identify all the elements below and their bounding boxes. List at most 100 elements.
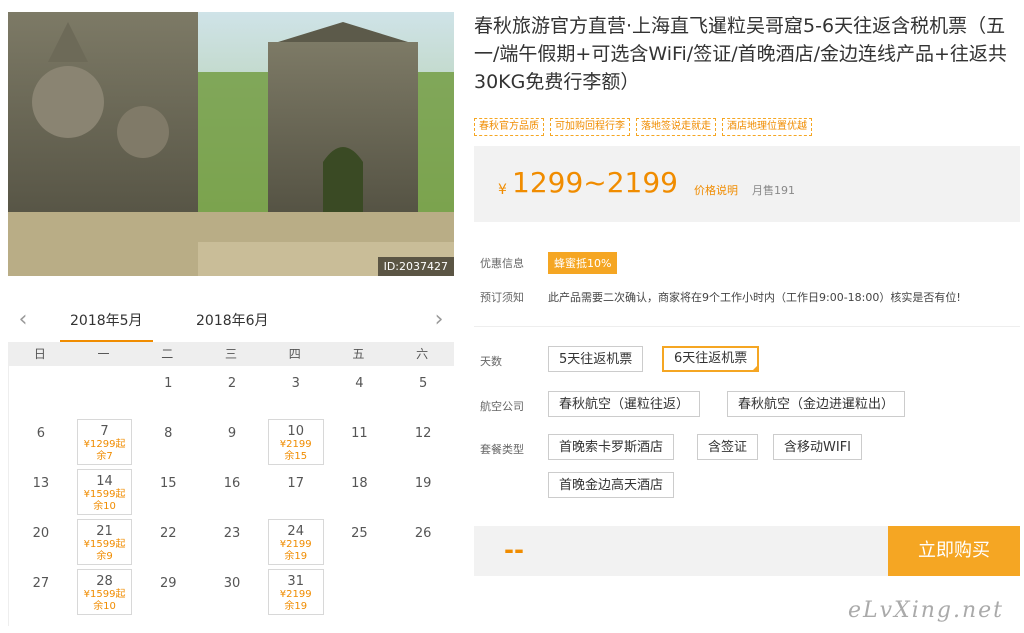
- calendar-day: 13: [9, 466, 73, 516]
- calendar-day-box[interactable]: 31 ¥2199 余19: [267, 569, 324, 615]
- calendar-day-number: 24: [287, 524, 304, 539]
- calendar-day-available[interactable]: 14 ¥1599起 余10: [73, 466, 137, 516]
- calendar-empty-cell: [328, 566, 392, 616]
- calendar-day-box[interactable]: 7 ¥1299起 余7: [76, 419, 133, 465]
- buy-now-button[interactable]: 立即购买: [888, 526, 1020, 576]
- weekday-label: 三: [224, 347, 237, 361]
- calendar-day-box[interactable]: 28 ¥1599起 余10: [76, 569, 133, 615]
- monthly-sales: 月售191: [752, 184, 795, 197]
- tag-visa-on-arrival: 落地签说走就走: [636, 118, 716, 136]
- calendar-day-price: ¥1599起: [83, 489, 126, 500]
- calendar-day-number: 8: [164, 426, 173, 441]
- calendar-day: 25: [328, 516, 392, 566]
- calendar-day: 11: [328, 416, 392, 466]
- calendar-weekdays: 日一二三四五六: [8, 342, 454, 366]
- next-month-arrow-icon[interactable]: ›: [430, 309, 448, 331]
- temple-photo: [8, 12, 454, 276]
- calendar-day-number: 31: [287, 574, 304, 589]
- option-airline-phnom-penh[interactable]: 春秋航空（金边进暹粒出）: [727, 391, 906, 417]
- calendar-day-number: 20: [32, 526, 50, 541]
- calendar-day-number: 2: [227, 376, 237, 391]
- tag-return-luggage: 可加购回程行李: [550, 118, 630, 136]
- tab-month-may[interactable]: 2018年5月: [60, 310, 153, 342]
- calendar-day-box[interactable]: 10 ¥2199 余15: [267, 419, 324, 465]
- currency-symbol: ¥: [498, 182, 507, 198]
- prev-month-arrow-icon[interactable]: ‹: [14, 309, 32, 331]
- calendar-day-available[interactable]: 24 ¥2199 余19: [264, 516, 328, 566]
- calendar-day-available[interactable]: 21 ¥1599起 余9: [73, 516, 137, 566]
- calendar-day: 17: [264, 466, 328, 516]
- calendar-day-number: 1: [164, 376, 173, 391]
- calendar-day-box[interactable]: 24 ¥2199 余19: [267, 519, 324, 565]
- calendar-day: 1: [136, 366, 200, 416]
- calendar-day-box[interactable]: 21 ¥1599起 余9: [76, 519, 133, 565]
- calendar-grid: 1 2 3 4 5 6 7 ¥1299起 余7 8 9 10 ¥2199 余15 11 12 13 14 ¥1599…: [8, 366, 455, 626]
- option-package-sokha-hotel[interactable]: 首晚索卡罗斯酒店: [548, 434, 675, 460]
- package-label: 套餐类型: [480, 443, 524, 456]
- calendar-day-available[interactable]: 7 ¥1299起 余7: [73, 416, 137, 466]
- calendar-day-box[interactable]: 14 ¥1599起 余10: [76, 469, 133, 515]
- calendar-day: 8: [136, 416, 200, 466]
- calendar-day: 6: [9, 416, 73, 466]
- calendar-day: 23: [200, 516, 264, 566]
- calendar-day-price: ¥2199: [279, 539, 312, 550]
- calendar-day-number: 28: [96, 574, 113, 589]
- option-6-day[interactable]: 6天往返机票: [662, 346, 760, 372]
- option-5-day[interactable]: 5天往返机票: [548, 346, 644, 372]
- calendar-day-number: 15: [160, 476, 177, 491]
- calendar-day: 18: [328, 466, 392, 516]
- calendar-day-number: 7: [100, 424, 109, 439]
- calendar-day-number: 13: [32, 476, 50, 491]
- calendar-day-remaining: 余19: [284, 551, 308, 562]
- calendar-day: 26: [391, 516, 455, 566]
- calendar-day-number: 16: [223, 476, 241, 491]
- option-package-wifi[interactable]: 含移动WIFI: [773, 434, 862, 460]
- calendar-day: 22: [136, 516, 200, 566]
- weekday-label: 日: [33, 347, 46, 361]
- calendar-day-number: 6: [36, 426, 45, 441]
- calendar-day-number: 3: [291, 376, 300, 391]
- option-airline-siem-reap[interactable]: 春秋航空（暹粒往返）: [548, 391, 701, 417]
- calendar-day-remaining: 余19: [284, 601, 308, 612]
- calendar-day-price: ¥2199: [279, 589, 312, 600]
- calendar-day: 19: [391, 466, 455, 516]
- calendar-header: ‹ 2018年5月 2018年6月 ›: [8, 304, 454, 342]
- tag-official-quality: 春秋官方品质: [474, 118, 544, 136]
- calendar-day-number: 4: [355, 376, 364, 391]
- option-package-visa[interactable]: 含签证: [697, 434, 759, 460]
- calendar-day-number: 26: [414, 526, 432, 541]
- calendar-day-price: ¥1599起: [83, 589, 126, 600]
- calendar-day: 4: [328, 366, 392, 416]
- price-note-link[interactable]: 价格说明: [694, 182, 738, 198]
- tab-month-june[interactable]: 2018年6月: [196, 310, 269, 330]
- weekday-label: 六: [416, 347, 429, 361]
- selected-price: --: [504, 536, 524, 564]
- watermark-logo: eLvXing.net: [847, 598, 1004, 623]
- calendar-day-available[interactable]: 31 ¥2199 余19: [264, 566, 328, 616]
- calendar-day-available[interactable]: 10 ¥2199 余15: [264, 416, 328, 466]
- weekday-label: 五: [352, 347, 365, 361]
- calendar-day-available[interactable]: 28 ¥1599起 余10: [73, 566, 137, 616]
- weekday-label: 一: [97, 347, 110, 361]
- option-package-gaotian-hotel[interactable]: 首晚金边高天酒店: [548, 472, 675, 498]
- calendar-day-remaining: 余15: [284, 451, 308, 462]
- product-title: 春秋旅游官方直营·上海直飞暹粒吴哥窟5-6天往返含税机票（五一/端午假期+可选含…: [474, 15, 1007, 93]
- calendar-day-number: 27: [32, 576, 50, 591]
- discount-badge: 蜂蜜抵10%: [548, 252, 618, 274]
- calendar-day-number: 5: [419, 376, 428, 391]
- airline-label: 航空公司: [480, 400, 524, 413]
- image-id-badge: ID:2037427: [377, 257, 454, 276]
- buy-bar: -- 立即购买: [474, 526, 1020, 576]
- divider: [474, 326, 1020, 327]
- notice-label: 预订须知: [480, 291, 524, 304]
- product-hero-image: ID:2037427: [8, 12, 454, 276]
- calendar-day-number: 29: [160, 576, 177, 591]
- calendar-day-number: 25: [351, 526, 368, 541]
- calendar-day-number: 23: [223, 526, 241, 541]
- calendar-day: 20: [9, 516, 73, 566]
- calendar-day-remaining: 余10: [93, 601, 116, 612]
- calendar-day-number: 10: [287, 424, 304, 439]
- calendar-day-number: 11: [351, 426, 368, 441]
- calendar-empty-cell: [73, 366, 137, 416]
- calendar-day-price: ¥2199: [279, 439, 312, 450]
